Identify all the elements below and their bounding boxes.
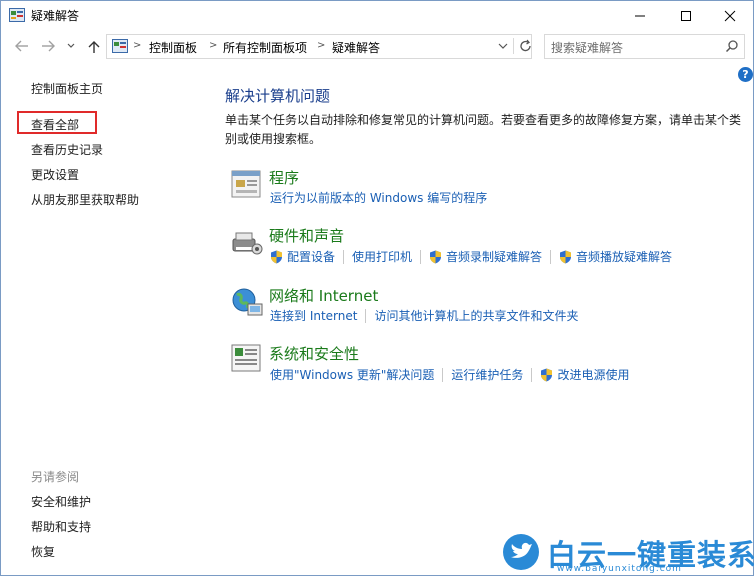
category-network-links: 连接到 Internet 访问其他计算机上的共享文件和文件夹 [270,307,578,324]
chevron-down-icon [67,43,75,48]
forward-arrow-icon [42,40,55,52]
link-improve-power-label[interactable]: 改进电源使用 [557,366,629,383]
window-title: 疑难解答 [31,9,80,23]
category-programs-title[interactable]: 程序 [269,167,299,188]
search-icon[interactable] [725,39,739,53]
up-button[interactable] [84,37,104,57]
search-placeholder[interactable]: 搜索疑难解答 [551,39,623,56]
refresh-icon[interactable] [513,38,534,54]
maximize-icon [681,11,691,21]
back-arrow-icon [15,40,28,52]
category-hardware-sound-links: 配置设备 使用打印机 音频录制疑难解答 音频播放疑难解答 [270,248,672,265]
recent-locations-button[interactable] [64,37,78,57]
uac-shield-icon [560,250,572,263]
category-system-security-links: 使用"Windows 更新"解决问题 运行维护任务 改进电源使用 [270,366,629,383]
see-also-recovery[interactable]: 恢复 [31,543,55,560]
breadcrumb-item[interactable]: 控制面板 [149,39,197,56]
link-configure-device[interactable]: 配置设备 [270,248,335,265]
breadcrumb-separator-icon: > [133,40,142,51]
chevron-down-icon[interactable] [496,39,510,53]
troubleshooting-window: 疑难解答 > 控制面板 > 所有控制面板项 > 疑难解答 搜索疑难解答 ? 控制… [0,0,754,576]
link-audio-playback[interactable]: 音频播放疑难解答 [559,248,672,265]
help-button[interactable]: ? [738,67,753,82]
breadcrumb-item[interactable]: 所有控制面板项 [223,39,307,56]
link-access-shared-files[interactable]: 访问其他计算机上的共享文件和文件夹 [374,307,578,324]
sidebar-item-control-panel-home[interactable]: 控制面板主页 [31,80,103,97]
link-configure-device-label[interactable]: 配置设备 [287,248,335,265]
category-system-security-title[interactable]: 系统和安全性 [269,343,359,364]
page-title: 解决计算机问题 [225,87,331,105]
link-run-older-programs[interactable]: 运行为以前版本的 Windows 编写的程序 [270,189,487,206]
page-description: 单击某个任务以自动排除和修复常见的计算机问题。若要查看更多的故障修复方案，请单击… [225,113,742,146]
minimize-button[interactable] [617,1,663,30]
breadcrumb-separator-icon[interactable]: > [209,40,217,51]
forward-button[interactable] [38,37,58,57]
link-audio-recording-label[interactable]: 音频录制疑难解答 [446,248,542,265]
link-divider [365,308,367,323]
up-arrow-icon [88,41,100,53]
link-divider [442,367,444,382]
link-audio-recording[interactable]: 音频录制疑难解答 [429,248,542,265]
title-bar: 疑难解答 [1,1,753,30]
breadcrumb-separator-icon[interactable]: > [317,40,325,51]
uac-shield-icon [271,250,282,263]
back-button[interactable] [12,37,32,57]
link-divider [531,367,533,382]
link-divider [343,249,345,264]
link-divider [550,249,552,264]
category-network-title[interactable]: 网络和 Internet [269,285,378,306]
sidebar-item-get-help-from-friend[interactable]: 从朋友那里获取帮助 [31,191,139,208]
link-run-maintenance[interactable]: 运行维护任务 [451,366,523,383]
link-improve-power[interactable]: 改进电源使用 [540,366,629,383]
link-divider [420,249,422,264]
uac-shield-icon [430,250,442,263]
breadcrumb-item[interactable]: 疑难解答 [332,39,380,56]
network-icon[interactable] [230,286,264,318]
see-also-heading: 另请参阅 [31,470,80,484]
maximize-button[interactable] [663,1,709,30]
see-also-help-support[interactable]: 帮助和支持 [31,518,91,535]
link-audio-playback-label[interactable]: 音频播放疑难解答 [576,248,672,265]
link-use-printer[interactable]: 使用打印机 [352,248,412,265]
address-bar[interactable]: > 控制面板 > 所有控制面板项 > 疑难解答 [106,34,532,59]
link-windows-update[interactable]: 使用"Windows 更新"解决问题 [270,366,434,383]
close-icon [724,10,736,22]
sidebar-item-change-settings[interactable]: 更改设置 [31,166,79,183]
watermark-bird-icon [503,534,539,570]
control-panel-icon [9,8,25,22]
category-hardware-sound-title[interactable]: 硬件和声音 [269,225,344,246]
hardware-sound-icon[interactable] [230,227,264,259]
search-box[interactable]: 搜索疑难解答 [544,34,745,59]
minimize-icon [635,15,645,17]
link-connect-internet[interactable]: 连接到 Internet [270,307,357,324]
programs-icon[interactable] [230,169,264,201]
sidebar-item-view-all[interactable]: 查看全部 [31,116,79,133]
uac-shield-icon [541,368,553,381]
close-button[interactable] [707,1,753,30]
control-panel-icon [112,39,128,53]
system-security-icon[interactable] [230,343,264,375]
watermark-url: www.baiyunxitong.com [557,564,682,574]
see-also-security-maintenance[interactable]: 安全和维护 [31,493,91,510]
category-programs-links: 运行为以前版本的 Windows 编写的程序 [270,189,487,206]
sidebar-item-view-history[interactable]: 查看历史记录 [31,141,103,158]
